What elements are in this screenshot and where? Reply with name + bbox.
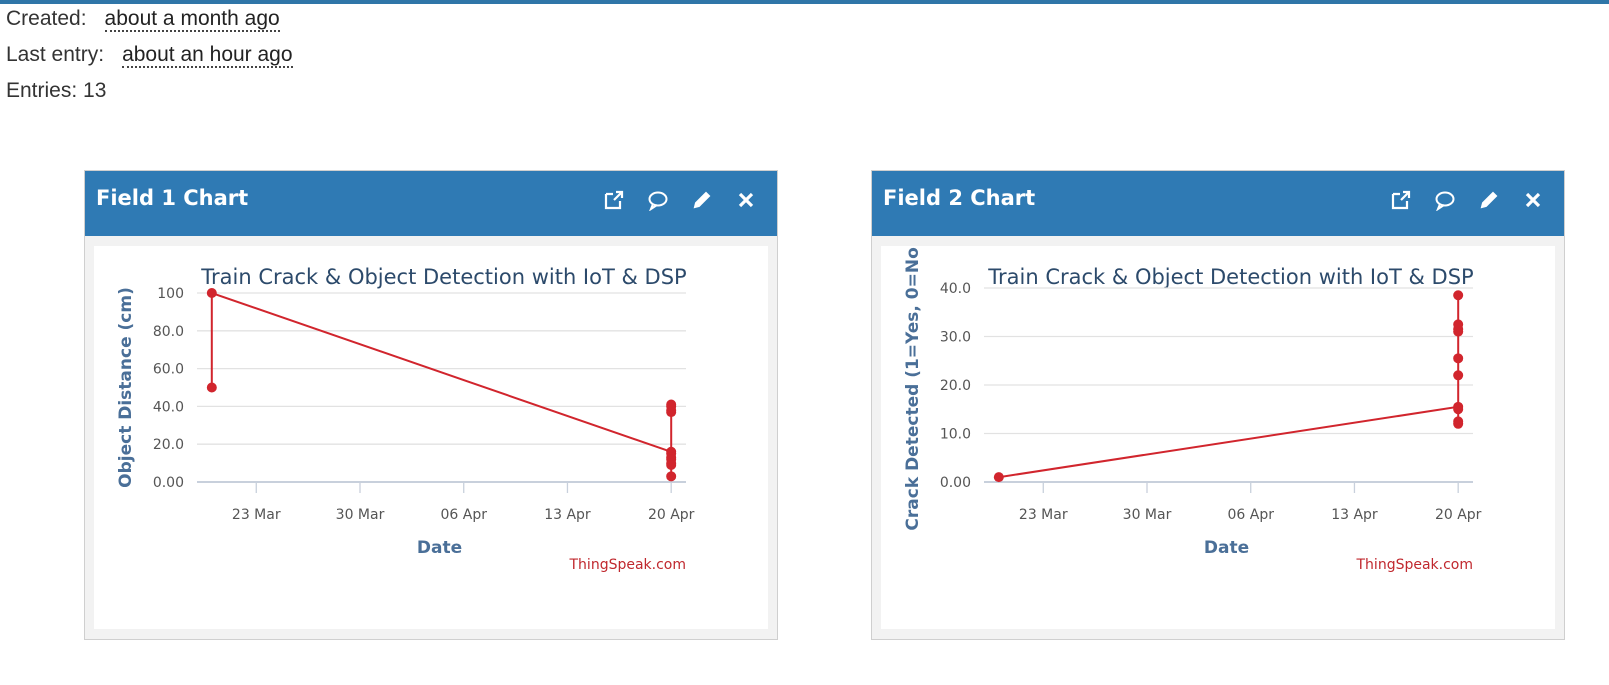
y-tick-label: 30.0 [940,330,971,346]
y-tick-label: 10.0 [940,427,971,443]
chart-title: Train Crack & Object Detection with IoT … [200,265,686,289]
data-point [1453,353,1464,364]
chart-field-2[interactable]: Train Crack & Object Detection with IoT … [881,246,1555,629]
data-point [993,472,1004,483]
x-tick-label: 06 Apr [1227,507,1274,523]
pencil-icon[interactable] [1478,189,1500,211]
data-point [1453,370,1464,381]
y-tick-label: 20.0 [153,437,184,453]
external-link-icon[interactable] [1390,189,1412,211]
y-tick-label: 20.0 [940,378,971,394]
y-axis-label: Crack Detected (1=Yes, 0=No) [903,246,923,531]
pencil-icon[interactable] [691,189,713,211]
data-point [1453,290,1464,301]
created-label: Created: [6,7,87,30]
y-tick-label: 0.00 [153,475,184,491]
plot-area: Train Crack & Object Detection with IoT … [881,246,1555,629]
close-icon[interactable] [1522,189,1544,211]
plot-area: Train Crack & Object Detection with IoT … [94,246,768,629]
entries-count: Entries: 13 [6,79,107,102]
y-tick-label: 0.00 [940,475,971,491]
data-point [1453,404,1464,415]
x-axis-label: Date [1204,538,1249,558]
panel-header: Field 2 Chart [872,171,1564,236]
field-2-chart-panel: Field 2 Chart Train Crack & Object Detec… [871,170,1565,640]
data-point [206,288,217,298]
data-point [1453,416,1464,427]
x-tick-label: 20 Apr [1435,507,1482,523]
panel-title: Field 2 Chart [883,186,1036,210]
field-1-chart-panel: Field 1 Chart Train Crack & Object Detec… [84,170,778,640]
external-link-icon[interactable] [603,189,625,211]
x-tick-label: 23 Mar [232,507,281,523]
x-tick-label: 23 Mar [1019,507,1068,523]
created-row: Created: about a month ago [6,7,280,32]
y-axis-label: Object Distance (cm) [116,287,136,488]
credit-link: ThingSpeak.com [569,557,687,573]
data-point [666,399,677,410]
x-tick-label: 13 Apr [544,507,591,523]
series-line [998,295,1460,479]
x-tick-label: 06 Apr [440,507,487,523]
last-entry-value: about an hour ago [122,43,293,68]
x-tick-label: 13 Apr [1331,507,1378,523]
y-tick-label: 40.0 [153,399,184,415]
y-tick-label: 80.0 [153,324,184,340]
data-point [666,471,677,482]
last-entry-label: Last entry: [6,43,105,66]
x-tick-label: 30 Mar [1123,507,1172,523]
y-tick-label: 100 [157,286,184,302]
comment-icon[interactable] [647,189,669,211]
y-tick-label: 40.0 [940,281,971,297]
chart-title: Train Crack & Object Detection with IoT … [987,265,1473,289]
close-icon[interactable] [735,189,757,211]
created-value: about a month ago [104,7,280,32]
panel-toolbar [603,189,757,211]
x-tick-label: 30 Mar [336,507,385,523]
data-point [666,459,677,470]
last-entry-row: Last entry: about an hour ago [6,43,293,68]
credit-link: ThingSpeak.com [1356,557,1474,573]
x-axis-label: Date [417,538,462,558]
data-point [206,382,217,393]
panel-title: Field 1 Chart [96,186,249,210]
comment-icon[interactable] [1434,189,1456,211]
panel-toolbar [1390,189,1544,211]
chart-field-1[interactable]: Train Crack & Object Detection with IoT … [94,246,768,629]
y-tick-label: 60.0 [153,362,184,378]
data-point [1453,319,1464,330]
top-accent-bar [0,0,1609,4]
series-line [210,291,673,477]
x-tick-label: 20 Apr [648,507,695,523]
panel-header: Field 1 Chart [85,171,777,236]
